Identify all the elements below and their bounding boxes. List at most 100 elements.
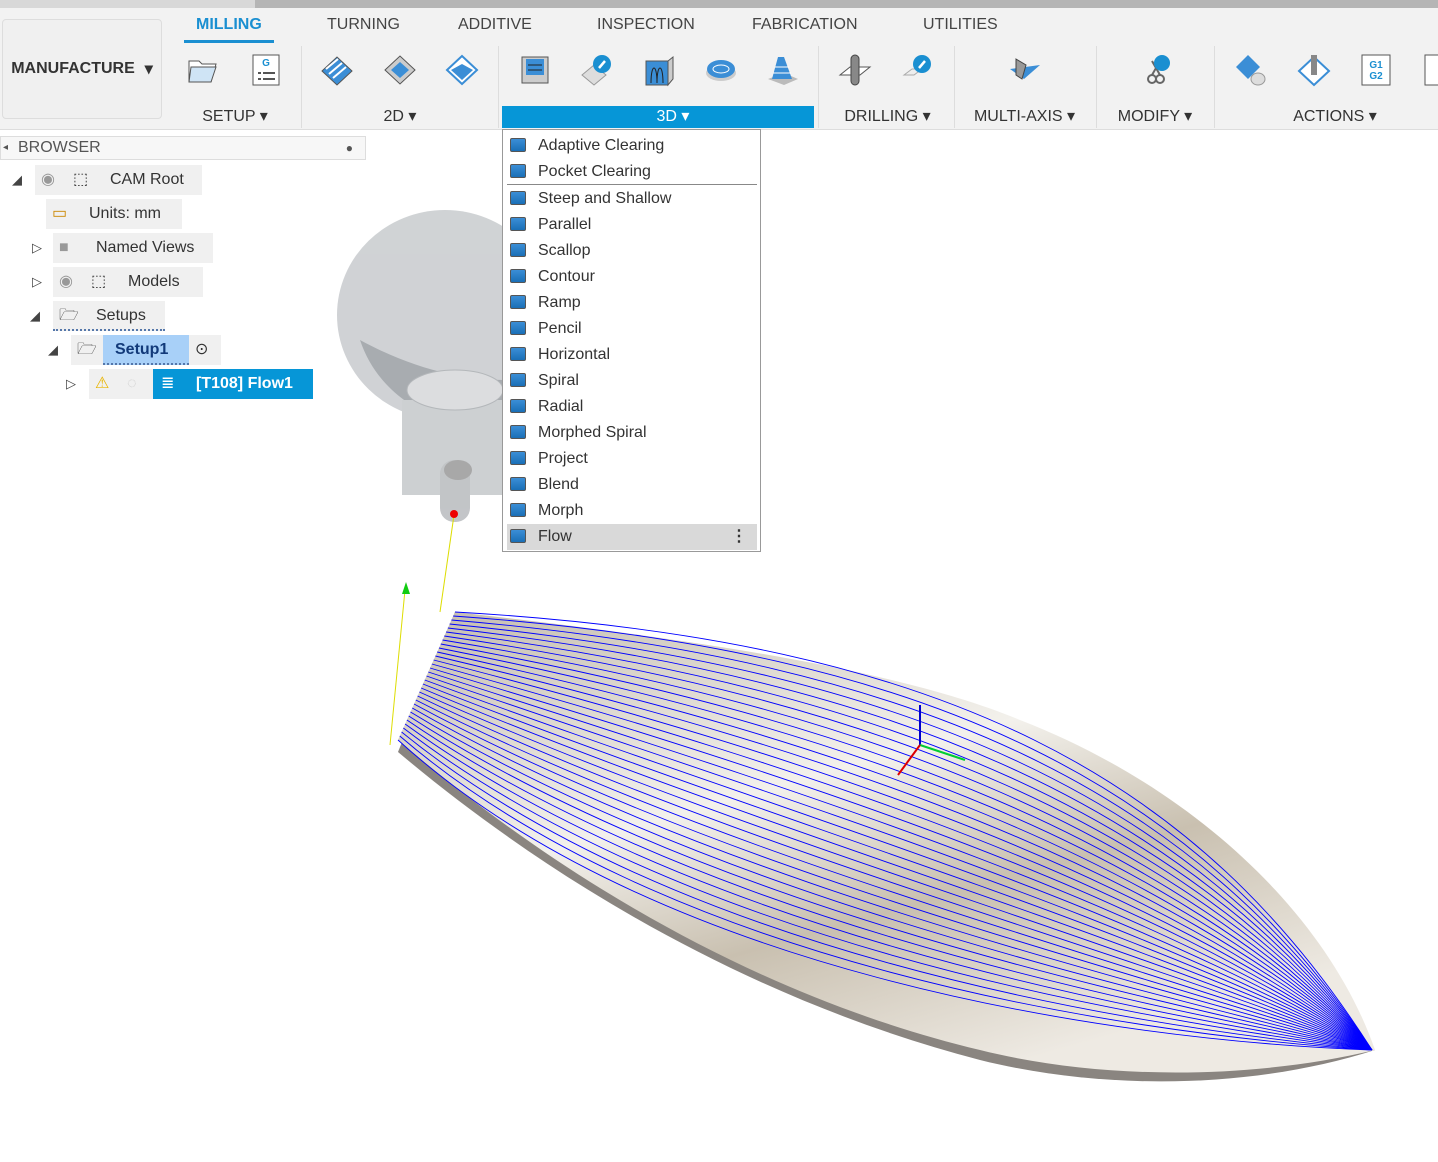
tool-tip-marker bbox=[450, 510, 458, 518]
simulate-with-machine-icon[interactable] bbox=[1297, 53, 1331, 87]
browser-title: BROWSER bbox=[18, 139, 101, 156]
group-modify[interactable]: MODIFY ▾ bbox=[1105, 106, 1205, 128]
expand-arrow[interactable]: ▷ bbox=[32, 240, 42, 256]
svg-text:G1: G1 bbox=[1369, 60, 1383, 71]
drill-icon[interactable] bbox=[838, 53, 872, 87]
parallel-icon bbox=[510, 217, 526, 231]
menu-item-morphed-spiral[interactable]: Morphed Spiral bbox=[507, 420, 757, 446]
title-bar bbox=[0, 0, 1438, 8]
hidden-eye-icon[interactable]: ◌ bbox=[127, 369, 137, 399]
expand-arrow[interactable]: ▷ bbox=[32, 274, 42, 290]
menu-item-pocket-clearing[interactable]: Pocket Clearing bbox=[507, 159, 757, 185]
group-drilling[interactable]: DRILLING ▾ bbox=[830, 106, 945, 128]
menu-item-radial[interactable]: Radial bbox=[507, 394, 757, 420]
tree-item-models[interactable]: ◉ ⬚ Models bbox=[53, 267, 203, 297]
collapse-arrow[interactable]: ◢ bbox=[48, 342, 58, 358]
menu-item-label: Adaptive Clearing bbox=[538, 137, 665, 154]
2d-face-icon[interactable] bbox=[445, 53, 479, 87]
3d-scallop-icon[interactable] bbox=[704, 53, 738, 87]
collapse-arrow[interactable]: ◢ bbox=[30, 308, 40, 324]
menu-item-label: Scallop bbox=[538, 242, 591, 259]
menu-item-label: Morphed Spiral bbox=[538, 424, 647, 441]
spiral-icon bbox=[510, 373, 526, 387]
ramp-icon bbox=[510, 295, 526, 309]
hole-recognition-icon[interactable] bbox=[900, 53, 934, 87]
tab-milling[interactable]: MILLING bbox=[184, 16, 274, 43]
menu-item-project[interactable]: Project bbox=[507, 446, 757, 472]
tree-item-units[interactable]: ▭ Units: mm bbox=[46, 199, 182, 229]
tab-utilities[interactable]: UTILITIES bbox=[923, 16, 998, 34]
tree-item-setups[interactable]: 🗁 Setups bbox=[53, 301, 165, 331]
tab-additive[interactable]: ADDITIVE bbox=[458, 16, 532, 34]
menu-item-parallel[interactable]: Parallel bbox=[507, 212, 757, 238]
collapse-icon[interactable]: ◂ bbox=[3, 137, 8, 159]
morphed-spiral-icon bbox=[510, 425, 526, 439]
simulate-icon[interactable] bbox=[1234, 53, 1268, 87]
menu-item-horizontal[interactable]: Horizontal bbox=[507, 342, 757, 368]
collapse-arrow[interactable]: ◢ bbox=[12, 172, 22, 188]
menu-item-pencil[interactable]: Pencil bbox=[507, 316, 757, 342]
3d-contour-icon[interactable] bbox=[766, 53, 800, 87]
group-3d[interactable]: 3D ▾ bbox=[502, 106, 814, 128]
horizontal-icon bbox=[510, 347, 526, 361]
project-icon bbox=[510, 451, 526, 465]
menu-item-contour[interactable]: Contour bbox=[507, 264, 757, 290]
menu-item-label: Contour bbox=[538, 268, 595, 285]
3d-steep-shallow-icon[interactable] bbox=[580, 53, 614, 87]
setup-sheet-icon[interactable]: G bbox=[249, 53, 283, 87]
new-setup-icon[interactable] bbox=[186, 53, 220, 87]
3d-parallel-icon[interactable] bbox=[642, 53, 676, 87]
tree-item-flow1[interactable]: ⚠ ◌ [T108] Flow1 ≣ bbox=[89, 369, 313, 399]
pocket-icon bbox=[510, 164, 526, 178]
3d-adaptive-icon[interactable] bbox=[518, 53, 552, 87]
menu-item-blend[interactable]: Blend bbox=[507, 472, 757, 498]
tab-fabrication[interactable]: FABRICATION bbox=[752, 16, 858, 34]
group-actions[interactable]: ACTIONS ▾ bbox=[1280, 106, 1390, 128]
pencil-icon bbox=[510, 321, 526, 335]
menu-item-label: Radial bbox=[538, 398, 584, 415]
workspace-label: MANUFACTURE bbox=[11, 60, 135, 77]
2d-adaptive-icon[interactable] bbox=[320, 53, 354, 87]
radial-icon bbox=[510, 399, 526, 413]
modify-scissors-icon[interactable] bbox=[1140, 53, 1174, 87]
post-process-icon[interactable]: G1G2 bbox=[1359, 53, 1393, 87]
group-2d[interactable]: 2D ▾ bbox=[360, 106, 440, 128]
menu-item-label: Project bbox=[538, 450, 588, 467]
menu-item-label: Blend bbox=[538, 476, 579, 493]
browser-panel-header[interactable]: ◂ BROWSER ● bbox=[0, 136, 366, 160]
blend-icon bbox=[510, 477, 526, 491]
adaptive-icon bbox=[510, 138, 526, 152]
scallop-icon bbox=[510, 243, 526, 257]
multi-axis-icon[interactable] bbox=[1008, 53, 1042, 87]
units-icon: ▭ bbox=[52, 205, 68, 222]
workspace-switcher[interactable]: MANUFACTURE ▾ bbox=[2, 19, 162, 119]
group-multi-axis[interactable]: MULTI-AXIS ▾ bbox=[962, 106, 1087, 128]
warning-icon: ⚠ bbox=[95, 375, 110, 392]
more-options-icon[interactable]: ⋮ bbox=[731, 524, 747, 550]
menu-item-ramp[interactable]: Ramp bbox=[507, 290, 757, 316]
menu-item-adaptive-clearing[interactable]: Adaptive Clearing bbox=[507, 133, 757, 159]
active-setup-radio-icon[interactable]: ⊙ bbox=[195, 335, 208, 365]
component-icon: ⬚ bbox=[91, 273, 107, 290]
setup-sheet-doc-icon[interactable] bbox=[1422, 53, 1438, 87]
eye-icon[interactable]: ◉ bbox=[59, 267, 73, 297]
tree-item-cam-root[interactable]: ◉ ⬚ CAM Root bbox=[35, 165, 202, 195]
menu-item-scallop[interactable]: Scallop bbox=[507, 238, 757, 264]
menu-item-spiral[interactable]: Spiral bbox=[507, 368, 757, 394]
svg-text:G2: G2 bbox=[1369, 71, 1383, 82]
group-setup[interactable]: SETUP ▾ bbox=[190, 106, 280, 128]
menu-item-label: Morph bbox=[538, 502, 584, 519]
tab-inspection[interactable]: INSPECTION bbox=[597, 16, 695, 34]
tree-item-setup1[interactable]: 🗁 Setup1 ⊙ bbox=[71, 335, 221, 365]
eye-icon[interactable]: ◉ bbox=[41, 165, 55, 195]
menu-item-steep-and-shallow[interactable]: Steep and Shallow bbox=[507, 186, 757, 212]
3d-dropdown-menu: Adaptive Clearing Pocket Clearing Steep an… bbox=[502, 129, 761, 552]
menu-item-morph[interactable]: Morph bbox=[507, 498, 757, 524]
2d-pocket-icon[interactable] bbox=[383, 53, 417, 87]
pin-icon[interactable]: ● bbox=[346, 137, 353, 159]
tree-item-named-views[interactable]: ■ Named Views bbox=[53, 233, 213, 263]
expand-arrow[interactable]: ▷ bbox=[66, 376, 76, 392]
tab-turning[interactable]: TURNING bbox=[327, 16, 400, 34]
contour-icon bbox=[510, 269, 526, 283]
menu-item-flow[interactable]: Flow ⋮ bbox=[507, 524, 757, 550]
